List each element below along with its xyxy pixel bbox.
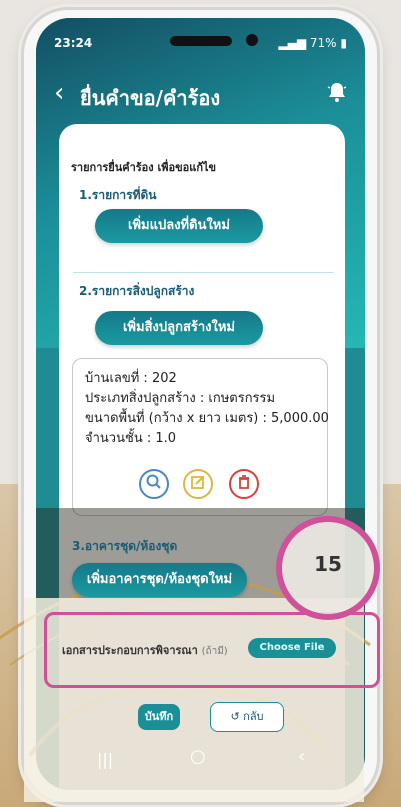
edit-button[interactable] — [183, 469, 213, 499]
app-bar: ‹ ยื่นคำขอ/คำร้อง — [36, 78, 365, 118]
signal-icon: ▂▄▆ — [278, 36, 310, 50]
divider — [73, 272, 333, 273]
add-condo-button[interactable]: เพิ่มอาคารชุด/ห้องชุดใหม่ — [72, 563, 247, 597]
edit-icon — [191, 476, 204, 489]
recents-icon[interactable]: ||| — [97, 750, 113, 769]
card-heading: รายการยื่นคำร้อง เพื่อขอแก้ไข — [71, 161, 217, 174]
home-icon[interactable]: ○ — [190, 746, 206, 767]
structure-section-title: 2.รายการสิ่งปลูกสร้าง — [79, 284, 195, 298]
record-line: บ้านเลขที่ : 202 — [85, 371, 177, 386]
back-button[interactable]: ↺ กลับ — [210, 702, 284, 732]
trash-icon — [239, 475, 249, 489]
record-line: ขนาดพื้นที่ (กว้าง x ยาว เมตร) : 5,000.0… — [85, 411, 329, 426]
bell-icon[interactable] — [325, 80, 349, 104]
undo-icon: ↺ — [230, 710, 240, 723]
speaker-pill — [170, 36, 232, 46]
save-button[interactable]: บันทึก — [138, 704, 180, 730]
record-line: ประเภทสิ่งปลูกสร้าง : เกษตรกรรม — [85, 391, 276, 406]
land-section-title: 1.รายการที่ดิน — [79, 188, 157, 202]
annotation-highlight-box — [44, 612, 380, 688]
status-battery: ▂▄▆ 71% ▮ — [278, 36, 347, 50]
camera-dot — [246, 34, 258, 46]
add-structure-button[interactable]: เพิ่มสิ่งปลูกสร้างใหม่ — [95, 311, 263, 345]
nav-back-icon[interactable]: ‹ — [298, 746, 305, 767]
back-button-label: กลับ — [243, 710, 264, 723]
structure-record-box: บ้านเลขที่ : 202 ประเภทสิ่งปลูกสร้าง : เ… — [72, 358, 329, 516]
delete-button[interactable] — [229, 469, 259, 499]
search-icon — [146, 474, 161, 489]
step-badge: 15 — [276, 516, 380, 620]
back-arrow-icon[interactable]: ‹ — [54, 80, 64, 106]
status-time: 23:24 — [54, 36, 93, 50]
view-button[interactable] — [139, 469, 169, 499]
system-nav-bar: ||| ○ ‹ — [12, 740, 341, 780]
add-land-button[interactable]: เพิ่มแปลงที่ดินใหม่ — [95, 209, 263, 243]
record-line: จำนวนชั้น : 1.0 — [85, 431, 177, 446]
condo-section-title: 3.อาคารชุด/ห้องชุด — [72, 539, 178, 553]
page-title: ยื่นคำขอ/คำร้อง — [80, 86, 221, 110]
